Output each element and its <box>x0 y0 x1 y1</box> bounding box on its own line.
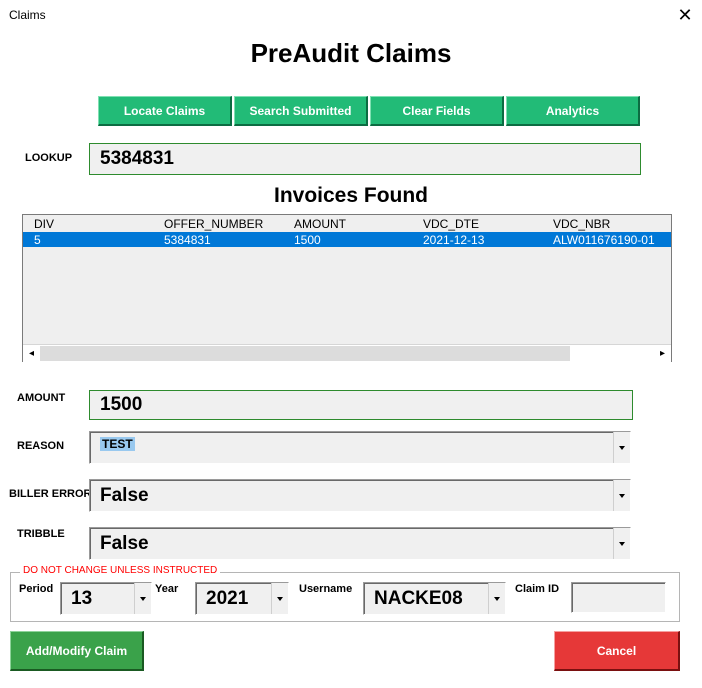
amount-label: AMOUNT <box>17 392 66 404</box>
locate-claims-button[interactable]: Locate Claims <box>98 96 232 126</box>
horizontal-scrollbar[interactable]: ◂ ▸ <box>23 344 671 362</box>
reason-label: REASON <box>17 440 65 452</box>
chevron-down-icon[interactable] <box>271 583 288 614</box>
scroll-right-icon[interactable]: ▸ <box>654 345 671 362</box>
scroll-left-icon[interactable]: ◂ <box>23 345 40 362</box>
period-label: Period <box>19 583 54 595</box>
claim-id-label: Claim ID <box>515 583 560 595</box>
lookup-input[interactable]: 5384831 <box>89 143 641 175</box>
search-submitted-button[interactable]: Search Submitted <box>234 96 368 126</box>
period-value: 13 <box>71 587 93 609</box>
cancel-button[interactable]: Cancel <box>554 631 680 671</box>
list-item[interactable]: 5 5384831 1500 2021-12-13 ALW011676190-0… <box>23 232 671 247</box>
list-header: DIV OFFER_NUMBER AMOUNT VDC_DTE VDC_NBR <box>23 216 671 231</box>
tribble-dropdown[interactable]: False <box>89 527 631 560</box>
chevron-down-icon[interactable] <box>613 432 630 463</box>
invoices-title: Invoices Found <box>273 184 428 207</box>
invoices-list[interactable]: DIV OFFER_NUMBER AMOUNT VDC_DTE VDC_NBR … <box>22 214 672 362</box>
tribble-value: False <box>100 532 149 554</box>
year-dropdown[interactable]: 2021 <box>195 582 289 615</box>
biller-error-dropdown[interactable]: False <box>89 479 631 512</box>
chevron-down-icon[interactable] <box>488 583 505 614</box>
page-title: PreAudit Claims <box>250 38 452 68</box>
cell-vdc-dte: 2021-12-13 <box>423 233 485 247</box>
biller-error-value: False <box>100 484 149 506</box>
column-header-amount: AMOUNT <box>294 217 346 231</box>
analytics-button[interactable]: Analytics <box>506 96 640 126</box>
chevron-down-icon[interactable] <box>613 528 630 559</box>
cell-offer-number: 5384831 <box>164 233 211 247</box>
window-title: Claims <box>9 8 46 22</box>
close-icon[interactable]: ✕ <box>674 4 696 26</box>
clear-fields-button[interactable]: Clear Fields <box>370 96 504 126</box>
column-header-div: DIV <box>34 217 55 231</box>
tribble-label: TRIBBLE <box>17 528 65 540</box>
add-modify-claim-button[interactable]: Add/Modify Claim <box>10 631 144 671</box>
chevron-down-icon[interactable] <box>134 583 151 614</box>
column-header-offer-number: OFFER_NUMBER <box>164 217 264 231</box>
username-label: Username <box>299 583 353 595</box>
claim-id-input[interactable] <box>571 582 666 613</box>
cell-amount: 1500 <box>294 233 321 247</box>
instructed-caption: DO NOT CHANGE UNLESS INSTRUCTED <box>20 565 221 576</box>
year-value: 2021 <box>206 587 249 609</box>
username-value: NACKE08 <box>374 587 463 609</box>
lookup-label: LOOKUP <box>25 152 73 164</box>
column-header-vdc-dte: VDC_DTE <box>423 217 480 231</box>
amount-input[interactable]: 1500 <box>89 390 633 420</box>
reason-dropdown[interactable]: TEST <box>89 431 631 464</box>
scrollbar-thumb[interactable] <box>40 346 570 361</box>
column-header-vdc-nbr: VDC_NBR <box>553 217 611 231</box>
year-label: Year <box>155 583 179 595</box>
chevron-down-icon[interactable] <box>613 480 630 511</box>
period-dropdown[interactable]: 13 <box>60 582 152 615</box>
biller-error-label: BILLER ERROR <box>9 488 92 500</box>
reason-value: TEST <box>100 437 135 451</box>
cell-vdc-nbr: ALW011676190-01 <box>553 233 655 247</box>
username-dropdown[interactable]: NACKE08 <box>363 582 506 615</box>
cell-div: 5 <box>34 233 41 247</box>
